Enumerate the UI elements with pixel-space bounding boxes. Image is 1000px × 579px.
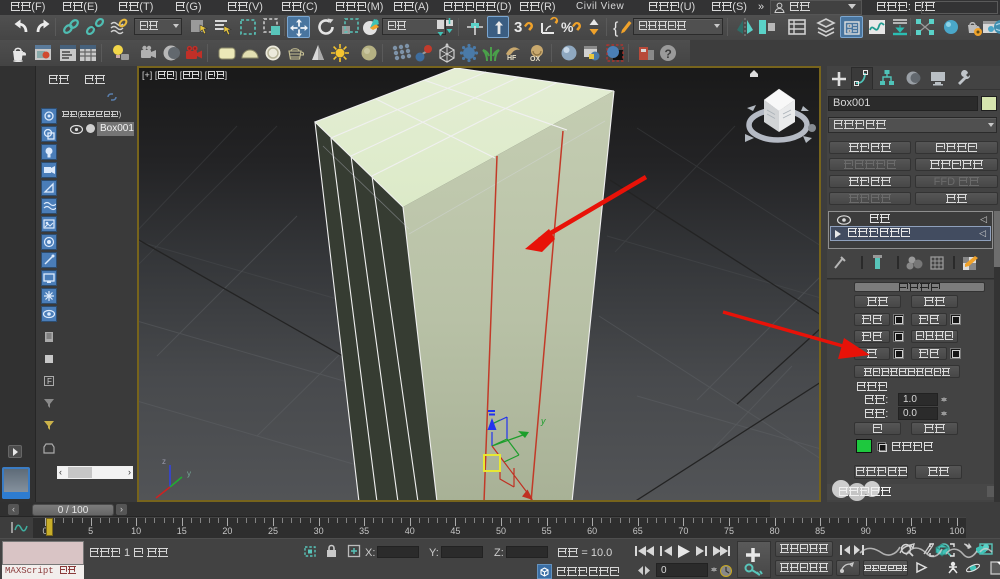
- svg-text:HF: HF: [507, 55, 517, 62]
- svg-text:F: F: [47, 377, 52, 386]
- svg-text:OX: OX: [530, 56, 540, 63]
- svg-text:z: z: [162, 457, 166, 466]
- svg-text:{: {: [613, 20, 619, 37]
- svg-text:%: %: [561, 19, 574, 35]
- svg-text:y: y: [540, 416, 546, 426]
- svg-text:3: 3: [514, 19, 522, 36]
- svg-text:y: y: [187, 469, 191, 478]
- svg-text:?: ?: [665, 47, 672, 61]
